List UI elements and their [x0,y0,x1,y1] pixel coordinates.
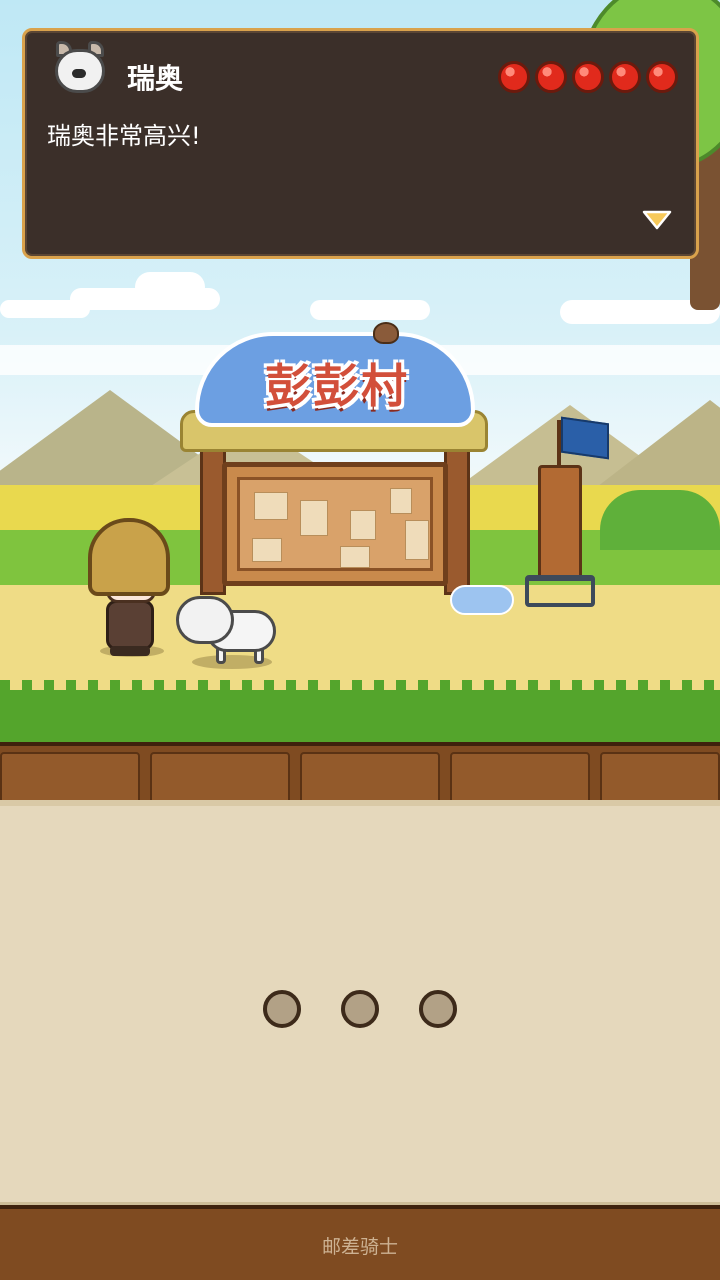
page-dot[interactable] [341,990,379,1028]
knight-armor [106,600,154,650]
blue-flowers [450,585,514,615]
page-dot[interactable] [263,990,301,1028]
page-indicator [0,990,720,1030]
notice-paper [300,500,328,536]
green-bush [600,490,720,550]
speaker-name: 瑞奥 [127,62,184,95]
notice-paper [252,538,282,562]
blue-flag-icon [561,416,609,460]
pillar-stand [525,575,595,607]
page-dot[interactable] [419,990,457,1028]
heart-icon [535,61,567,93]
wooden-pillar [538,465,582,580]
dialog-message: 瑞奥非常高兴! [47,122,201,150]
heart-icon [609,61,641,93]
cloud [135,272,205,302]
cloud [0,300,90,318]
cloud [310,300,430,320]
app-name: 邮差骑士 [321,1236,398,1258]
husky-dog-character[interactable] [176,592,291,668]
wood-plank [300,752,440,804]
notice-paper [340,546,370,568]
knight-character[interactable] [88,518,178,658]
foreground-grass [0,690,720,745]
triangle-down-icon[interactable] [642,210,672,230]
sparrow-icon [373,322,399,344]
wood-plank [150,752,290,804]
knight-legs [110,646,150,656]
wood-plank [600,752,720,804]
notice-paper [350,510,376,540]
dog-head [176,596,234,644]
wood-plank [450,752,590,804]
golden-helmet-icon [88,518,170,596]
affection-hearts [498,61,678,93]
heart-icon [646,61,678,93]
dialog-box[interactable]: 瑞奥 瑞奥非常高兴! [22,28,699,259]
notice-board[interactable] [222,462,448,586]
heart-icon [572,61,604,93]
husky-portrait-icon [50,41,110,99]
notice-paper [390,488,412,514]
heart-icon [498,61,530,93]
village-sign-title: 彭彭村 [265,359,409,413]
notice-paper [405,520,429,560]
notice-paper [254,492,288,520]
cork-panel [237,477,433,571]
portrait-nose [72,69,86,78]
wood-plank [0,752,140,804]
